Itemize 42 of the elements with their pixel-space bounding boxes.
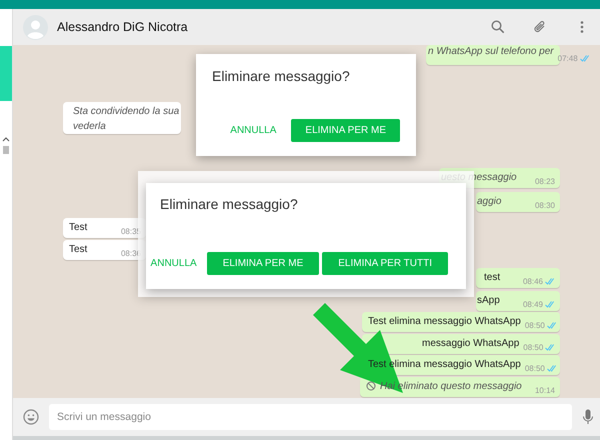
blocked-icon — [366, 381, 376, 391]
scrollbar-thumb[interactable] — [3, 146, 9, 154]
read-ticks-icon — [545, 301, 555, 308]
dialog-title: Eliminare messaggio? — [212, 68, 351, 84]
message-text: Sta condividendo la sua — [73, 105, 180, 117]
delete-button[interactable]: ELIMINA PER TUTTI — [322, 252, 448, 275]
message-time: 07:48 — [558, 54, 578, 63]
dialog-title: Eliminare messaggio? — [160, 196, 299, 212]
cancel-button[interactable]: ANNULLA — [148, 252, 200, 275]
contact-name: Alessandro DiG Nicotra — [57, 20, 189, 34]
delete-button[interactable]: ELIMINA PER ME — [206, 252, 320, 275]
message-time: 08:49 — [522, 300, 543, 309]
message-time: 08:23 — [534, 177, 555, 186]
message-time: 08:36 — [120, 249, 141, 258]
message-text: n WhatsApp sul telefono per — [428, 45, 554, 57]
message-text: messaggio WhatsApp — [422, 337, 520, 349]
read-ticks-icon — [545, 278, 555, 285]
message-time: 08:50 — [524, 364, 545, 373]
read-ticks-icon — [546, 322, 557, 329]
emoji-icon[interactable] — [23, 409, 39, 425]
read-ticks-icon — [545, 344, 556, 351]
chevron-up-icon[interactable] — [2, 136, 10, 142]
message-text: test — [484, 271, 502, 283]
message-time: 08:46 — [522, 277, 543, 286]
message-input[interactable]: Scrivi un messaggio — [49, 404, 572, 430]
read-ticks-icon — [546, 365, 557, 372]
cancel-button[interactable]: ANNULLA — [227, 119, 280, 142]
microphone-icon[interactable] — [582, 409, 594, 425]
message-time: 08:30 — [534, 201, 555, 210]
message-text: Test — [69, 221, 88, 233]
read-ticks-icon — [580, 55, 590, 62]
message-time: 10:14 — [534, 386, 555, 395]
delete-button[interactable]: ELIMINA PER ME — [291, 119, 400, 142]
message-text: sApp — [477, 294, 501, 306]
message-text: Test — [69, 243, 88, 255]
message-time: 08:50 — [523, 343, 544, 352]
message-time: 08:50 — [524, 321, 545, 330]
message-text: vederla — [73, 120, 107, 132]
message-text: aggio — [477, 195, 502, 207]
message-text: Test elimina messaggio WhatsApp — [368, 315, 521, 327]
sidebar-strip — [0, 46, 12, 101]
message-time: 08:35 — [120, 227, 141, 236]
